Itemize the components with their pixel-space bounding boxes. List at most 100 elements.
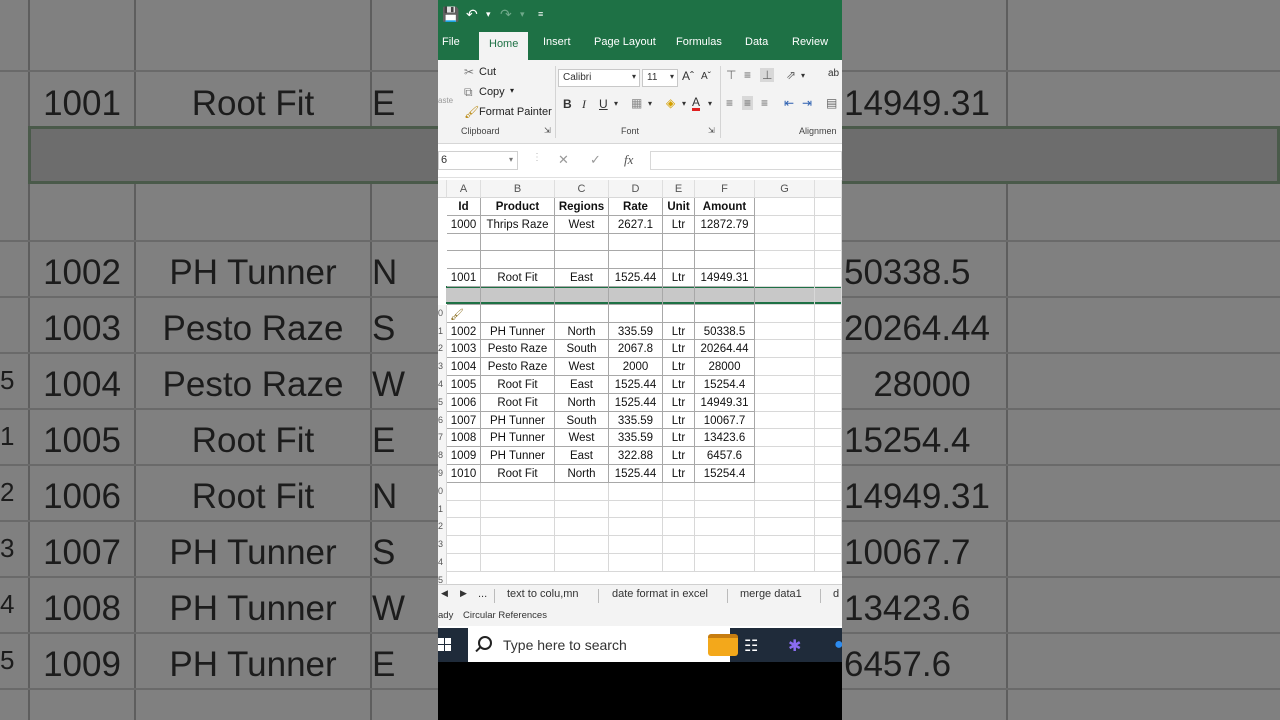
table-cell[interactable]: South — [555, 340, 609, 359]
align-right-icon[interactable]: ≡ — [761, 96, 768, 110]
column-header-f[interactable]: F — [695, 180, 755, 198]
table-cell[interactable]: 13423.6 — [695, 429, 755, 448]
clipboard-launcher-icon[interactable]: ⇲ — [544, 126, 551, 135]
table-cell[interactable]: Ltr — [663, 429, 695, 448]
sheet-tab-partial[interactable]: d — [833, 588, 839, 600]
table-cell[interactable]: 1006 — [447, 393, 481, 412]
empty-cell[interactable] — [815, 447, 842, 465]
empty-cell[interactable] — [447, 554, 481, 572]
table-cell[interactable] — [695, 304, 755, 323]
empty-cell[interactable] — [663, 482, 695, 501]
empty-cell[interactable] — [755, 322, 815, 341]
empty-cell[interactable] — [663, 518, 695, 537]
decrease-font-icon[interactable]: Aˇ — [701, 71, 711, 82]
bold-button[interactable]: B — [563, 97, 572, 111]
empty-cell[interactable] — [609, 554, 663, 572]
empty-cell[interactable] — [555, 518, 609, 537]
merge-center-icon[interactable]: ▤ — [826, 96, 837, 110]
table-cell[interactable]: 14949.31 — [695, 393, 755, 412]
empty-cell[interactable] — [815, 287, 842, 305]
table-cell[interactable]: West — [555, 358, 609, 376]
table-cell[interactable]: 335.59 — [609, 411, 663, 430]
font-color-icon[interactable]: A — [692, 96, 701, 111]
select-all-corner[interactable] — [438, 180, 447, 198]
orientation-icon[interactable]: ⇗ — [786, 68, 796, 82]
row-header[interactable]: 4 — [438, 376, 447, 394]
empty-cell[interactable] — [815, 393, 842, 412]
borders-icon[interactable]: ▦ — [631, 96, 642, 110]
underline-button[interactable]: U — [599, 97, 608, 111]
table-cell[interactable]: Ltr — [663, 465, 695, 483]
font-name-select[interactable]: Calibri ▾ — [558, 69, 640, 87]
column-header-g[interactable]: G — [755, 180, 815, 198]
table-cell[interactable]: 2067.8 — [609, 340, 663, 359]
empty-cell[interactable] — [815, 500, 842, 519]
cut-button[interactable]: Cut — [479, 66, 496, 78]
table-cell[interactable]: 1525.44 — [609, 269, 663, 287]
table-cell[interactable] — [555, 287, 609, 305]
empty-cell[interactable] — [755, 465, 815, 483]
table-cell[interactable]: PH Tunner — [481, 447, 555, 465]
table-cell[interactable]: PH Tunner — [481, 322, 555, 341]
align-center-icon[interactable]: ≡ — [742, 96, 754, 110]
table-cell[interactable] — [663, 304, 695, 323]
circular-references-status[interactable]: Circular References — [463, 610, 547, 621]
format-painter-button[interactable]: Format Painter — [479, 106, 552, 118]
table-cell[interactable] — [695, 251, 755, 270]
table-cell[interactable]: 12872.79 — [695, 215, 755, 234]
row-header[interactable]: 6 — [438, 411, 447, 430]
empty-cell[interactable] — [815, 198, 842, 216]
table-cell[interactable]: Ltr — [663, 269, 695, 287]
empty-cell[interactable] — [755, 447, 815, 465]
paste-options-icon[interactable]: 🖌 — [450, 308, 464, 321]
row-header[interactable]: 2 — [438, 340, 447, 359]
empty-cell[interactable] — [555, 536, 609, 554]
row-header[interactable]: 4 — [438, 554, 447, 572]
empty-cell[interactable] — [481, 482, 555, 501]
row-header[interactable]: 3 — [438, 536, 447, 554]
italic-button[interactable]: I — [582, 97, 586, 112]
empty-cell[interactable] — [815, 233, 842, 252]
table-cell[interactable] — [663, 287, 695, 305]
align-middle-icon[interactable]: ≡ — [744, 68, 751, 82]
tab-page-layout[interactable]: Page Layout — [594, 36, 656, 48]
row-header[interactable]: 8 — [438, 447, 447, 465]
orientation-dropdown-icon[interactable]: ▾ — [801, 71, 805, 80]
table-cell[interactable]: 20264.44 — [695, 340, 755, 359]
table-cell[interactable]: East — [555, 269, 609, 287]
column-header-b[interactable]: B — [481, 180, 555, 198]
table-cell[interactable]: Ltr — [663, 358, 695, 376]
empty-cell[interactable] — [815, 215, 842, 234]
tab-review[interactable]: Review — [792, 36, 828, 48]
taskbar-search-box[interactable]: Type here to search — [468, 628, 738, 662]
table-cell[interactable] — [555, 304, 609, 323]
empty-cell[interactable] — [609, 500, 663, 519]
table-cell[interactable]: North — [555, 322, 609, 341]
table-cell[interactable]: 1525.44 — [609, 393, 663, 412]
table-cell[interactable] — [695, 233, 755, 252]
empty-cell[interactable] — [755, 358, 815, 376]
table-cell[interactable] — [609, 251, 663, 270]
briefcase-icon[interactable] — [708, 634, 738, 656]
empty-cell[interactable] — [481, 518, 555, 537]
table-cell[interactable]: 2627.1 — [609, 215, 663, 234]
table-cell[interactable] — [609, 304, 663, 323]
table-cell[interactable]: 6457.6 — [695, 447, 755, 465]
empty-cell[interactable] — [815, 376, 842, 394]
paste-button-label[interactable]: aste — [438, 96, 453, 105]
enter-formula-icon[interactable]: ✓ — [590, 152, 601, 168]
increase-font-icon[interactable]: Aˆ — [682, 69, 694, 83]
table-cell[interactable]: Pesto Raze — [481, 340, 555, 359]
empty-cell[interactable] — [481, 500, 555, 519]
undo-icon[interactable]: ↶ — [466, 5, 478, 23]
empty-cell[interactable] — [555, 482, 609, 501]
table-cell[interactable]: 335.59 — [609, 429, 663, 448]
row-header[interactable]: 1 — [438, 322, 447, 341]
sheet-tab-merge-data1[interactable]: merge data1 — [740, 588, 802, 600]
empty-cell[interactable] — [447, 518, 481, 537]
empty-cell[interactable] — [755, 554, 815, 572]
underline-dropdown-icon[interactable]: ▾ — [614, 99, 618, 108]
empty-cell[interactable] — [815, 251, 842, 270]
table-cell[interactable]: Pesto Raze — [481, 358, 555, 376]
table-cell[interactable] — [447, 287, 481, 305]
